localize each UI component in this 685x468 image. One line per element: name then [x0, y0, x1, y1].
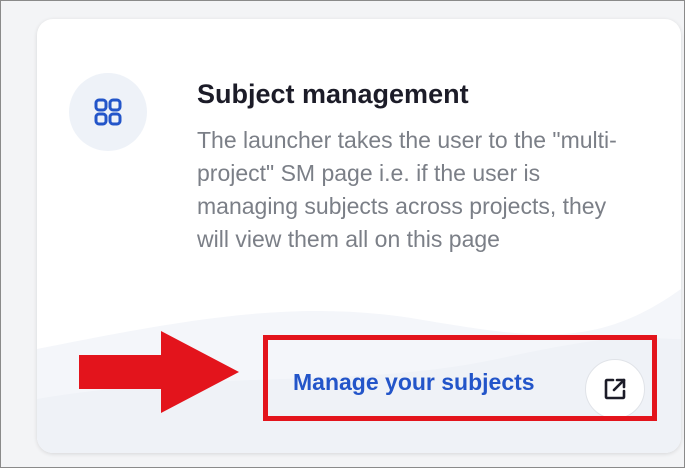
- red-arrow-icon: [79, 331, 239, 413]
- annotation-highlight-box: [263, 335, 657, 421]
- screenshot-frame: Subject management The launcher takes th…: [0, 0, 685, 468]
- apps-grid-icon-container: [69, 73, 147, 151]
- card-description: The launcher takes the user to the "mult…: [197, 127, 617, 252]
- card-title: Subject management: [197, 79, 469, 109]
- grid-four-squares-icon: [94, 98, 122, 126]
